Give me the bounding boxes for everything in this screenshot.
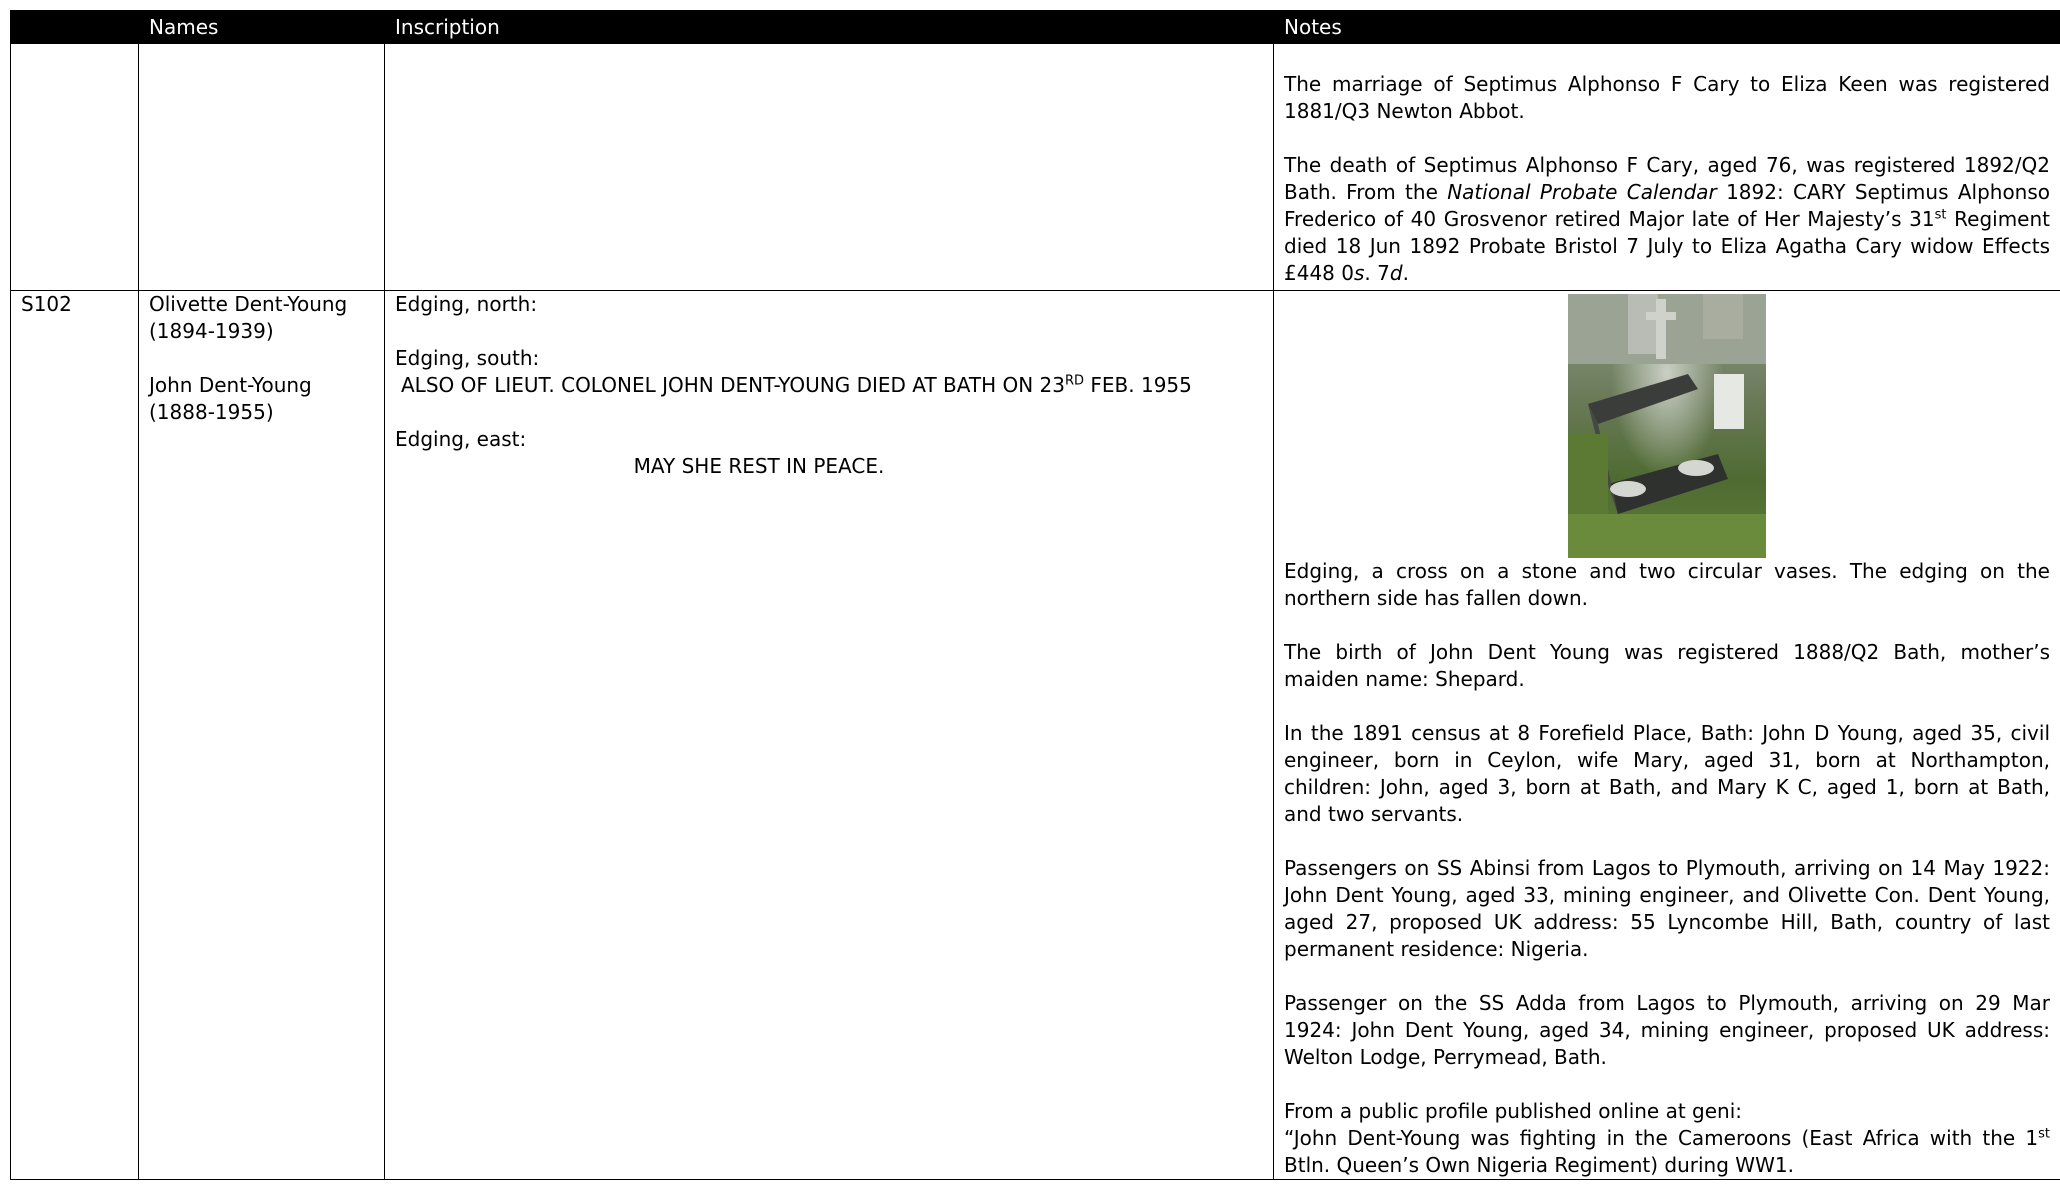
notes-italic-text: d [1389,261,1403,285]
header-id [10,10,139,44]
person-name: John Dent-Young (1888-1955) [149,373,312,424]
row2-names-cell: Olivette Dent-Young (1894-1939) John Den… [138,290,385,1180]
notes-text: The birth of John Dent Young was registe… [1284,640,2050,691]
notes-paragraph: From a public profile published online a… [1284,1098,2050,1179]
header-notes: Notes [1273,10,2060,44]
notes-text: Passengers on SS Abinsi from Lagos to Pl… [1284,856,2050,961]
notes-paragraph: The marriage of Septimus Alphonso F Cary… [1284,71,2050,125]
row1-names-cell [138,43,385,291]
notes-text: . [1402,261,1409,285]
inscription-text-part: FEB. 1955 [1084,373,1192,397]
table-row: The marriage of Septimus Alphonso F Cary… [10,43,2060,291]
grave-id: S102 [21,292,72,316]
notes-paragraph: Passenger on the SS Adda from Lagos to P… [1284,990,2050,1071]
inscription-text: MAY SHE REST IN PEACE. [633,454,885,478]
row1-inscription-cell [384,43,1274,291]
notes-paragraph: In the 1891 census at 8 Forefield Place,… [1284,720,2050,828]
notes-paragraph: Passengers on SS Abinsi from Lagos to Pl… [1284,855,2050,963]
notes-superscript: st [2038,1126,2050,1142]
photo-wrapper [1284,291,2050,558]
table-row: S102 Olivette Dent-Young (1894-1939) Joh… [10,290,2060,1180]
notes-paragraph: The birth of John Dent Young was registe… [1284,639,2050,693]
header-row: Names Inscription Notes [10,10,2060,44]
inscription-text: ALSO OF LIEUT. COLONEL JOHN DENT-YOUNG D… [395,372,1263,399]
notes-italic-text: s [1353,261,1365,285]
grave-table: Names Inscription Notes The marriage of … [10,10,2060,1180]
inscription-text-part: ALSO OF LIEUT. COLONEL JOHN DENT-YOUNG D… [401,373,1065,397]
person-name: Olivette Dent-Young (1894-1939) [149,292,348,343]
notes-text: In the 1891 census at 8 Forefield Place,… [1284,721,2050,826]
row2-id-cell: S102 [10,290,139,1180]
row2-inscription-cell: Edging, north: Edging, south: ALSO OF LI… [384,290,1274,1180]
grave-photo [1568,294,1766,558]
notes-text: Edging, a cross on a stone and two circu… [1284,559,2050,610]
row2-notes-cell: Edging, a cross on a stone and two circu… [1273,290,2060,1180]
notes-italic-text: National Probate Calendar [1447,180,1717,204]
table-header: Names Inscription Notes [10,10,2060,44]
inscription-label: Edging, north: [395,292,538,316]
inscription-label: Edging, south: [395,346,540,370]
inscription-superscript: RD [1064,373,1085,389]
row1-notes-cell: The marriage of Septimus Alphonso F Cary… [1273,43,2060,291]
notes-text: Passenger on the SS Adda from Lagos to P… [1284,991,2050,1069]
page: Names Inscription Notes The marriage of … [10,10,2060,1204]
notes-text: Btln. Queen’s Own Nigeria Regiment) duri… [1284,1153,1794,1177]
row1-id-cell [10,43,139,291]
notes-text: From a public profile published online a… [1284,1099,1743,1123]
notes-superscript: st [1934,207,1947,223]
notes-text: . 7 [1364,261,1390,285]
header-names: Names [138,10,385,44]
notes-text: The marriage of Septimus Alphonso F Cary… [1284,72,2050,123]
header-inscription: Inscription [384,10,1274,44]
notes-text: “John Dent-Young was fighting in the Cam… [1284,1126,2039,1150]
notes-paragraph: Edging, a cross on a stone and two circu… [1284,558,2050,612]
inscription-label: Edging, east: [395,427,527,451]
notes-paragraph: The death of Septimus Alphonso F Cary, a… [1284,152,2050,287]
grave-photo-image [1568,294,1766,558]
